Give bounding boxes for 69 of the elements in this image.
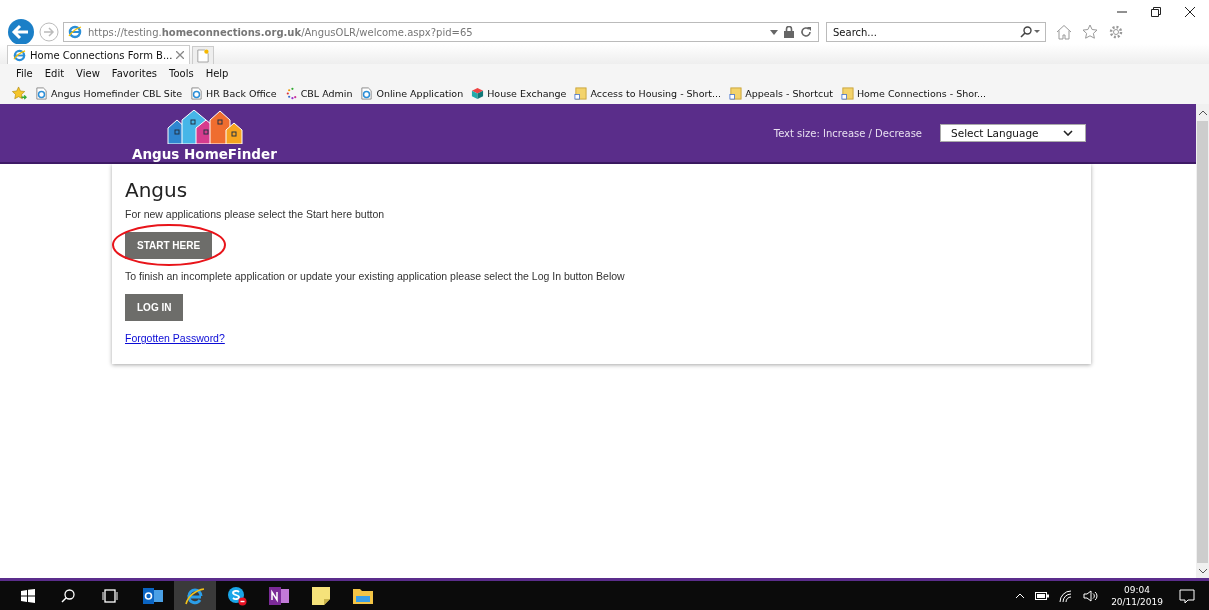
instruction-text: To finish an incomplete application or update your existing application please select the Log In button Below: [125, 270, 625, 282]
scroll-down-icon[interactable]: [1197, 568, 1208, 574]
favorite-link[interactable]: HR Back Office: [190, 86, 277, 100]
search-icon[interactable]: [61, 588, 75, 603]
dropdown-caret-icon[interactable]: [770, 29, 778, 35]
page-heading: Angus: [125, 178, 188, 202]
star-icon[interactable]: [1082, 24, 1098, 40]
battery-icon[interactable]: [1035, 591, 1050, 600]
sticky-note-icon: [312, 586, 330, 605]
clock-time[interactable]: 09:04: [1124, 583, 1151, 596]
wifi-icon[interactable]: [1059, 589, 1074, 602]
settings-icon[interactable]: [1108, 24, 1124, 40]
restore-icon[interactable]: [1151, 6, 1161, 17]
logo-text[interactable]: Angus HomeFinder: [132, 146, 277, 162]
url-text: https://testing.homeconnections.org.uk/AngusOLR/welcome.aspx?pid=65: [88, 26, 473, 38]
menu-item[interactable]: Help: [205, 67, 229, 79]
chevron-down-icon: [1063, 130, 1073, 136]
tab-title: Home Connections Form B...: [30, 49, 173, 61]
notifications-icon[interactable]: [1179, 587, 1195, 604]
windows-start-icon[interactable]: [21, 588, 35, 603]
chat-app-icon: [227, 585, 247, 606]
web-page-icon: [360, 86, 374, 100]
lock-icon: [784, 26, 794, 38]
scrollbar[interactable]: [1196, 104, 1209, 578]
search-field[interactable]: Search...: [826, 22, 1046, 42]
shortcut-folder-icon: [574, 86, 588, 100]
favorite-link[interactable]: Access to Housing - Short...: [574, 86, 722, 100]
speaker-icon[interactable]: [1083, 589, 1100, 602]
favorite-link[interactable]: Online Application: [360, 86, 464, 100]
folder-icon: [353, 587, 373, 604]
back-icon[interactable]: [7, 18, 35, 46]
menu-item[interactable]: Edit: [44, 67, 65, 79]
favorite-link[interactable]: Angus Homefinder CBL Site: [35, 86, 183, 100]
action-button[interactable]: START HERE: [125, 232, 213, 259]
favorite-link[interactable]: Home Connections - Shor...: [840, 86, 987, 100]
taskbar-app[interactable]: [174, 581, 216, 610]
browser-page-icon: [68, 25, 82, 39]
action-button[interactable]: LOG IN: [125, 294, 184, 321]
favorites-star-icon[interactable]: [12, 85, 27, 101]
browser-page-icon: [13, 48, 26, 62]
chevron-up-icon[interactable]: [1015, 592, 1026, 599]
language-dropdown[interactable]: Select Language: [940, 124, 1086, 142]
text-size-links[interactable]: Text size: Increase / Decrease: [773, 127, 922, 139]
shortcut-folder-icon: [840, 86, 854, 100]
web-page-icon: [190, 86, 204, 100]
close-icon[interactable]: [1185, 6, 1195, 17]
address-field[interactable]: https://testing.homeconnections.org.uk/AngusOLR/welcome.aspx?pid=65: [63, 22, 819, 42]
menu-item[interactable]: View: [76, 67, 100, 79]
favorite-link[interactable]: CBL Admin: [284, 86, 353, 100]
search-icon[interactable]: [1020, 26, 1040, 38]
browser-tab[interactable]: Home Connections Form B...: [7, 45, 191, 64]
browser-e-icon: [184, 585, 206, 606]
scroll-up-icon[interactable]: [1197, 110, 1208, 116]
task-view-icon[interactable]: [101, 588, 119, 603]
refresh-icon[interactable]: [800, 26, 812, 38]
cube-icon: [471, 86, 485, 100]
forgotten-password-link[interactable]: Forgotten Password?: [125, 332, 225, 344]
clock-date[interactable]: 20/11/2019: [1111, 595, 1163, 608]
dots-ring-icon: [284, 86, 298, 100]
instruction-text: For new applications please select the Start here button: [125, 208, 385, 220]
favorite-link[interactable]: Appeals - Shortcut: [729, 86, 833, 100]
favorite-link[interactable]: House Exchange: [471, 86, 567, 100]
shortcut-folder-icon: [729, 86, 743, 100]
menu-item[interactable]: Tools: [169, 67, 194, 79]
notebook-app-icon: [269, 586, 289, 605]
web-page-icon: [35, 86, 48, 100]
menu-item[interactable]: Favorites: [111, 67, 157, 79]
mail-app-icon: [143, 586, 163, 605]
menu-item[interactable]: File: [16, 67, 33, 79]
